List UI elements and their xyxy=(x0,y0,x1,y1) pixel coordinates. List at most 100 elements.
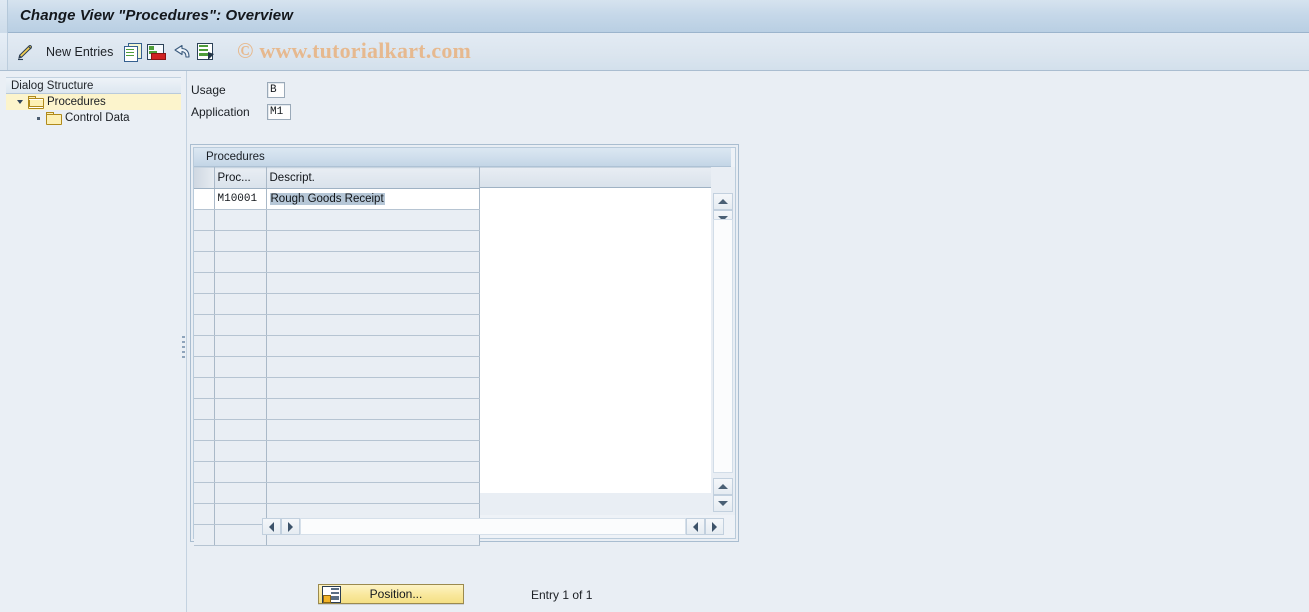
scroll-right-icon[interactable] xyxy=(281,518,300,535)
cell-descript[interactable] xyxy=(266,335,480,357)
row-selector[interactable] xyxy=(194,188,215,210)
usage-input[interactable]: B xyxy=(267,82,285,98)
cell-proc[interactable] xyxy=(214,440,267,462)
select-all-header[interactable] xyxy=(194,167,215,189)
cell-descript[interactable] xyxy=(266,209,480,231)
table-row-empty[interactable] xyxy=(194,419,480,441)
delete-entry-button[interactable] xyxy=(147,33,166,70)
cell-descript[interactable] xyxy=(266,356,480,378)
cell-descript[interactable] xyxy=(266,251,480,273)
cell-proc[interactable] xyxy=(214,377,267,399)
cell-descript[interactable] xyxy=(266,440,480,462)
application-label: Application xyxy=(191,105,250,119)
row-selector[interactable] xyxy=(194,440,215,462)
column-header-proc[interactable]: Proc... xyxy=(214,167,267,189)
cell-descript[interactable] xyxy=(266,419,480,441)
cell-proc[interactable] xyxy=(214,293,267,315)
new-entries-label: New Entries xyxy=(46,44,114,59)
splitter-grip-icon[interactable] xyxy=(182,336,185,358)
cell-descript[interactable] xyxy=(266,482,480,504)
cell-proc[interactable] xyxy=(214,314,267,336)
sidebar-item-procedures[interactable]: Procedures xyxy=(6,94,186,110)
column-header-descript[interactable]: Descript. xyxy=(266,167,480,189)
cell-proc[interactable] xyxy=(214,419,267,441)
procedures-table-panel: Procedures Proc... Descript. M10001 Roug… xyxy=(190,144,739,546)
sidebar-item-control-data[interactable]: Control Data xyxy=(6,110,186,126)
grid-empty-right-area xyxy=(479,167,731,515)
table-row-empty[interactable] xyxy=(194,440,480,462)
cell-proc[interactable]: M10001 xyxy=(214,188,267,210)
cell-proc[interactable] xyxy=(214,272,267,294)
table-row-empty[interactable] xyxy=(194,482,480,504)
row-selector[interactable] xyxy=(194,272,215,294)
table-row-empty[interactable] xyxy=(194,398,480,420)
undo-icon xyxy=(172,44,191,60)
scroll-up-icon[interactable] xyxy=(713,193,733,210)
table-row-empty[interactable] xyxy=(194,356,480,378)
scroll-far-left-icon[interactable] xyxy=(686,518,705,535)
row-selector[interactable] xyxy=(194,377,215,399)
row-selector[interactable] xyxy=(194,419,215,441)
position-button[interactable]: Position... xyxy=(318,584,464,604)
table-row-empty[interactable] xyxy=(194,461,480,483)
vertical-scrollbar[interactable] xyxy=(711,167,735,515)
tree-bullet-icon xyxy=(30,116,46,120)
table-row[interactable]: M10001 Rough Goods Receipt xyxy=(194,188,480,210)
cell-proc[interactable] xyxy=(214,209,267,231)
title-bar: Change View "Procedures": Overview xyxy=(0,0,1309,33)
row-selector[interactable] xyxy=(194,314,215,336)
cell-proc[interactable] xyxy=(214,251,267,273)
edit-pencil-button[interactable] xyxy=(16,33,35,70)
cell-proc[interactable] xyxy=(214,356,267,378)
usage-label: Usage xyxy=(191,83,226,97)
cell-descript[interactable] xyxy=(266,230,480,252)
vertical-scroll-track[interactable] xyxy=(713,219,733,473)
cell-proc[interactable] xyxy=(214,398,267,420)
row-selector[interactable] xyxy=(194,251,215,273)
row-selector[interactable] xyxy=(194,230,215,252)
dialog-structure-tree: Procedures Control Data xyxy=(6,94,186,126)
cell-descript[interactable] xyxy=(266,398,480,420)
horizontal-scroll-track[interactable] xyxy=(300,518,686,535)
table-row-empty[interactable] xyxy=(194,377,480,399)
procedures-table: Proc... Descript. M10001 Rough Goods Rece… xyxy=(194,167,480,546)
cell-proc[interactable] xyxy=(214,230,267,252)
cell-descript[interactable] xyxy=(266,461,480,483)
scroll-page-down-icon[interactable] xyxy=(713,495,733,512)
table-row-empty[interactable] xyxy=(194,293,480,315)
grid-empty-header xyxy=(479,167,731,188)
row-selector[interactable] xyxy=(194,293,215,315)
row-selector[interactable] xyxy=(194,209,215,231)
position-button-label: Position... xyxy=(369,587,423,601)
scroll-page-up-icon[interactable] xyxy=(713,478,733,495)
scroll-far-right-icon[interactable] xyxy=(705,518,724,535)
table-row-empty[interactable] xyxy=(194,335,480,357)
table-panel-title: Procedures xyxy=(194,148,731,167)
table-row-empty[interactable] xyxy=(194,209,480,231)
horizontal-scrollbar[interactable] xyxy=(194,518,731,536)
row-selector[interactable] xyxy=(194,482,215,504)
cell-proc[interactable] xyxy=(214,335,267,357)
undo-button[interactable] xyxy=(172,33,191,70)
cell-descript[interactable] xyxy=(266,293,480,315)
table-row-empty[interactable] xyxy=(194,251,480,273)
table-row-empty[interactable] xyxy=(194,230,480,252)
select-layout-button[interactable] xyxy=(197,33,214,70)
expand-triangle-icon[interactable] xyxy=(12,99,28,105)
application-input[interactable]: M1 xyxy=(267,104,291,120)
new-entries-button[interactable]: New Entries xyxy=(46,33,113,70)
cell-descript[interactable] xyxy=(266,272,480,294)
cell-proc[interactable] xyxy=(214,482,267,504)
row-selector[interactable] xyxy=(194,461,215,483)
scroll-left-icon[interactable] xyxy=(262,518,281,535)
cell-descript[interactable] xyxy=(266,314,480,336)
table-row-empty[interactable] xyxy=(194,272,480,294)
row-selector[interactable] xyxy=(194,398,215,420)
row-selector[interactable] xyxy=(194,335,215,357)
row-selector[interactable] xyxy=(194,356,215,378)
cell-descript[interactable] xyxy=(266,377,480,399)
cell-descript[interactable]: Rough Goods Receipt xyxy=(266,188,480,210)
table-row-empty[interactable] xyxy=(194,314,480,336)
cell-proc[interactable] xyxy=(214,461,267,483)
copy-as-button[interactable] xyxy=(124,33,142,70)
